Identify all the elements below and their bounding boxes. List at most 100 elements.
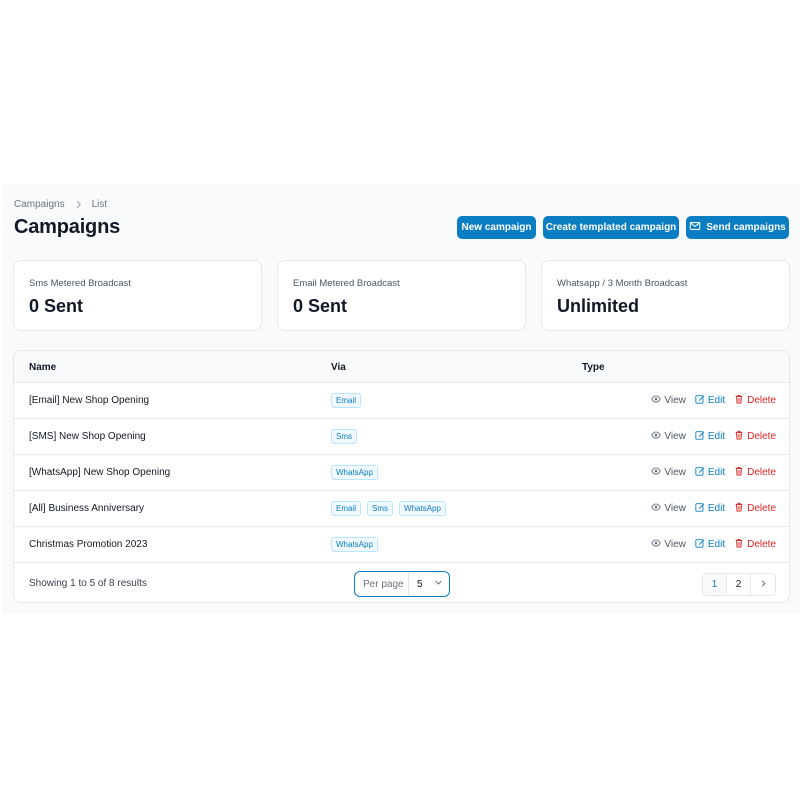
trash-icon [734,394,744,407]
breadcrumb-root[interactable]: Campaigns [14,199,65,210]
delete-action[interactable]: Delete [734,394,776,407]
edit-icon [695,466,705,479]
new-campaign-label: New campaign [461,222,532,233]
column-header-type[interactable]: Type [582,362,605,373]
eye-icon [651,430,662,443]
edit-action[interactable]: Edit [695,502,725,515]
row-actions: View Edit Delete [651,394,776,407]
row-actions: View Edit Delete [651,466,776,479]
delete-label: Delete [747,431,776,442]
via-badges: WhatsApp [331,465,378,480]
stat-label: Email Metered Broadcast [293,278,400,289]
campaigns-table: Name Via Type [Email] New Shop Opening E… [13,350,790,603]
edit-icon [695,502,705,515]
campaign-name: Christmas Promotion 2023 [29,539,148,550]
view-action[interactable]: View [651,466,686,479]
table-row[interactable]: [Email] New Shop Opening Email View Edit… [14,383,789,419]
delete-action[interactable]: Delete [734,430,776,443]
edit-label: Edit [707,395,726,406]
column-header-via[interactable]: Via [331,362,346,373]
channel-badge: WhatsApp [331,465,378,480]
via-badges: Email [331,393,362,408]
channel-badge: Email [331,393,362,408]
pagination: 1 2 [702,573,776,596]
edit-action[interactable]: Edit [695,466,725,479]
stat-value: Unlimited [557,296,640,316]
edit-icon [695,394,705,407]
edit-action[interactable]: Edit [695,430,725,443]
view-action[interactable]: View [651,538,686,551]
per-page-value: 5 [417,578,423,590]
breadcrumb: Campaigns List [14,199,107,210]
stat-card-whatsapp: Whatsapp / 3 Month Broadcast Unlimited [541,260,790,331]
channel-badge: WhatsApp [331,537,378,552]
table-row[interactable]: [WhatsApp] New Shop Opening WhatsApp Vie… [14,455,789,491]
stat-value: 0 Sent [29,296,84,316]
next-page-button[interactable] [751,574,775,595]
stat-label: Whatsapp / 3 Month Broadcast [557,278,688,289]
via-badges: Sms [331,429,357,444]
chevron-right-icon [74,200,83,209]
trash-icon [734,538,744,551]
new-campaign-button[interactable]: New campaign [457,216,536,239]
edit-action[interactable]: Edit [695,394,725,407]
table-header: Name Via Type [14,351,789,383]
table-footer: Showing 1 to 5 of 8 results Per page 5 1… [14,565,789,602]
row-actions: View Edit Delete [651,502,776,515]
create-templated-campaign-button[interactable]: Create templated campaign [543,216,679,239]
eye-icon [651,538,662,551]
edit-label: Edit [707,539,726,550]
row-actions: View Edit Delete [651,538,776,551]
per-page-select[interactable]: Per page 5 [354,571,450,597]
edit-icon [695,538,705,551]
channel-badge: Sms [331,429,357,444]
stat-value: 0 Sent [293,296,348,316]
eye-icon [651,502,662,515]
via-badges: WhatsApp [331,537,378,552]
row-actions: View Edit Delete [651,430,776,443]
edit-icon [695,430,705,443]
stat-label: Sms Metered Broadcast [29,278,131,289]
trash-icon [734,466,744,479]
eye-icon [651,466,662,479]
create-templated-label: Create templated campaign [545,222,677,233]
page-title: Campaigns [14,216,121,238]
column-header-name[interactable]: Name [29,362,56,373]
page-button-1[interactable]: 1 [703,574,727,595]
edit-label: Edit [707,467,726,478]
results-summary: Showing 1 to 5 of 8 results [29,578,147,589]
campaigns-panel: Campaigns List Campaigns New campaign Cr… [2,184,800,614]
campaign-name: [All] Business Anniversary [29,503,145,514]
view-action[interactable]: View [651,430,686,443]
edit-action[interactable]: Edit [695,538,725,551]
stat-card-email: Email Metered Broadcast 0 Sent [277,260,526,331]
campaign-name: [SMS] New Shop Opening [29,431,146,442]
view-label: View [664,503,686,514]
view-label: View [664,395,686,406]
view-action[interactable]: View [651,502,686,515]
chevron-down-icon [434,578,443,590]
view-label: View [664,467,686,478]
delete-action[interactable]: Delete [734,466,776,479]
envelope-icon [689,220,701,235]
edit-label: Edit [707,503,726,514]
delete-action[interactable]: Delete [734,538,776,551]
campaign-name: [Email] New Shop Opening [29,395,150,406]
edit-label: Edit [707,431,726,442]
table-row[interactable]: [All] Business Anniversary Email Sms Wha… [14,491,789,527]
page-button-2[interactable]: 2 [727,574,751,595]
eye-icon [651,394,662,407]
view-action[interactable]: View [651,394,686,407]
stat-card-sms: Sms Metered Broadcast 0 Sent [13,260,262,331]
delete-label: Delete [747,539,776,550]
delete-action[interactable]: Delete [734,502,776,515]
trash-icon [734,430,744,443]
table-row[interactable]: Christmas Promotion 2023 WhatsApp View E… [14,527,789,563]
send-campaigns-button[interactable]: Send campaigns [686,216,789,239]
table-row[interactable]: [SMS] New Shop Opening Sms View Edit Del… [14,419,789,455]
per-page-label: Per page [355,572,409,596]
trash-icon [734,502,744,515]
per-page-value-wrap[interactable]: 5 [409,578,449,590]
campaign-name: [WhatsApp] New Shop Opening [29,467,171,478]
view-label: View [664,539,686,550]
